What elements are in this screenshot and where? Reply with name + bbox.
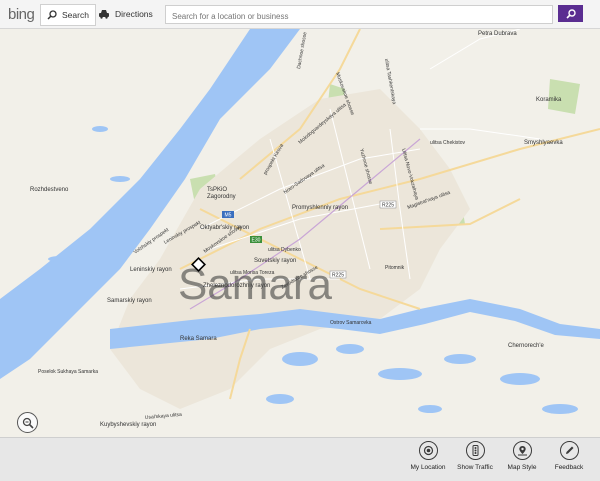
search-icon [47,10,57,20]
feedback-label: Feedback [554,464,584,471]
place-label: Pitomnik [385,265,405,271]
magnifier-icon [565,8,576,19]
top-bar: bing Search Directions [0,0,600,29]
place-label: Samarskiy rayon [107,298,152,304]
place-label: Sovetskiy rayon [254,258,296,264]
search-tab-label: Search [62,10,89,20]
zoom-magnifier-icon [22,417,34,429]
search-box[interactable] [165,5,553,25]
search-go-button[interactable] [558,5,583,22]
road-shield-label: E30 [252,238,261,244]
place-label: Smyshlyaevka [524,140,563,146]
directions-tab[interactable]: Directions [92,4,159,24]
place-label: TsPKiO [207,187,227,193]
map-canvas[interactable]: Samara Petra Dubrava Koramika Smyshlyaev… [0,29,600,437]
show-traffic-label: Show Traffic [457,464,493,471]
feedback-button[interactable]: Feedback [541,441,597,471]
app-bar: My Location Show Traffic Map Style Feedb… [0,437,600,481]
place-label: Promyshlenniy rayon [292,205,348,211]
zoom-button[interactable] [17,412,38,433]
my-location-label: My Location [410,464,446,471]
pencil-icon [559,441,579,460]
place-label: Kuybyshevskiy rayon [100,422,156,428]
street-label: ulitsa Dybenko [268,247,301,253]
road-shield-label: R225 [382,203,394,209]
map-style-icon [512,441,532,460]
place-label: Zheleznodorozhniy rayon [203,283,270,289]
map-style-label: Map Style [507,464,537,471]
place-label: Koramika [536,97,562,103]
road-shield-label: R225 [332,273,344,279]
bing-logo[interactable]: bing [8,6,35,23]
place-label: Rozhdestveno [30,187,69,193]
place-label: Chernorech'e [508,343,544,349]
traffic-light-icon [465,441,485,460]
place-label: Poselok Sukhaya Samarka [38,369,98,375]
place-label: Petra Dubrava [478,31,517,37]
directions-tab-label: Directions [115,9,153,19]
place-label: Leninskiy rayon [130,267,172,273]
place-label: Reka Samara [180,336,217,342]
road-shield-label: M5 [225,213,232,219]
search-tab[interactable]: Search [40,4,96,26]
street-label: ulitsa Morisa Toreza [230,270,275,276]
location-target-icon [418,441,438,460]
car-icon [99,10,109,19]
street-label: ulitsa Chekistov [430,140,466,146]
search-input[interactable] [170,8,544,25]
place-label: Zagorodny [207,194,236,200]
place-label: Ostrov Samarovka [330,320,372,326]
